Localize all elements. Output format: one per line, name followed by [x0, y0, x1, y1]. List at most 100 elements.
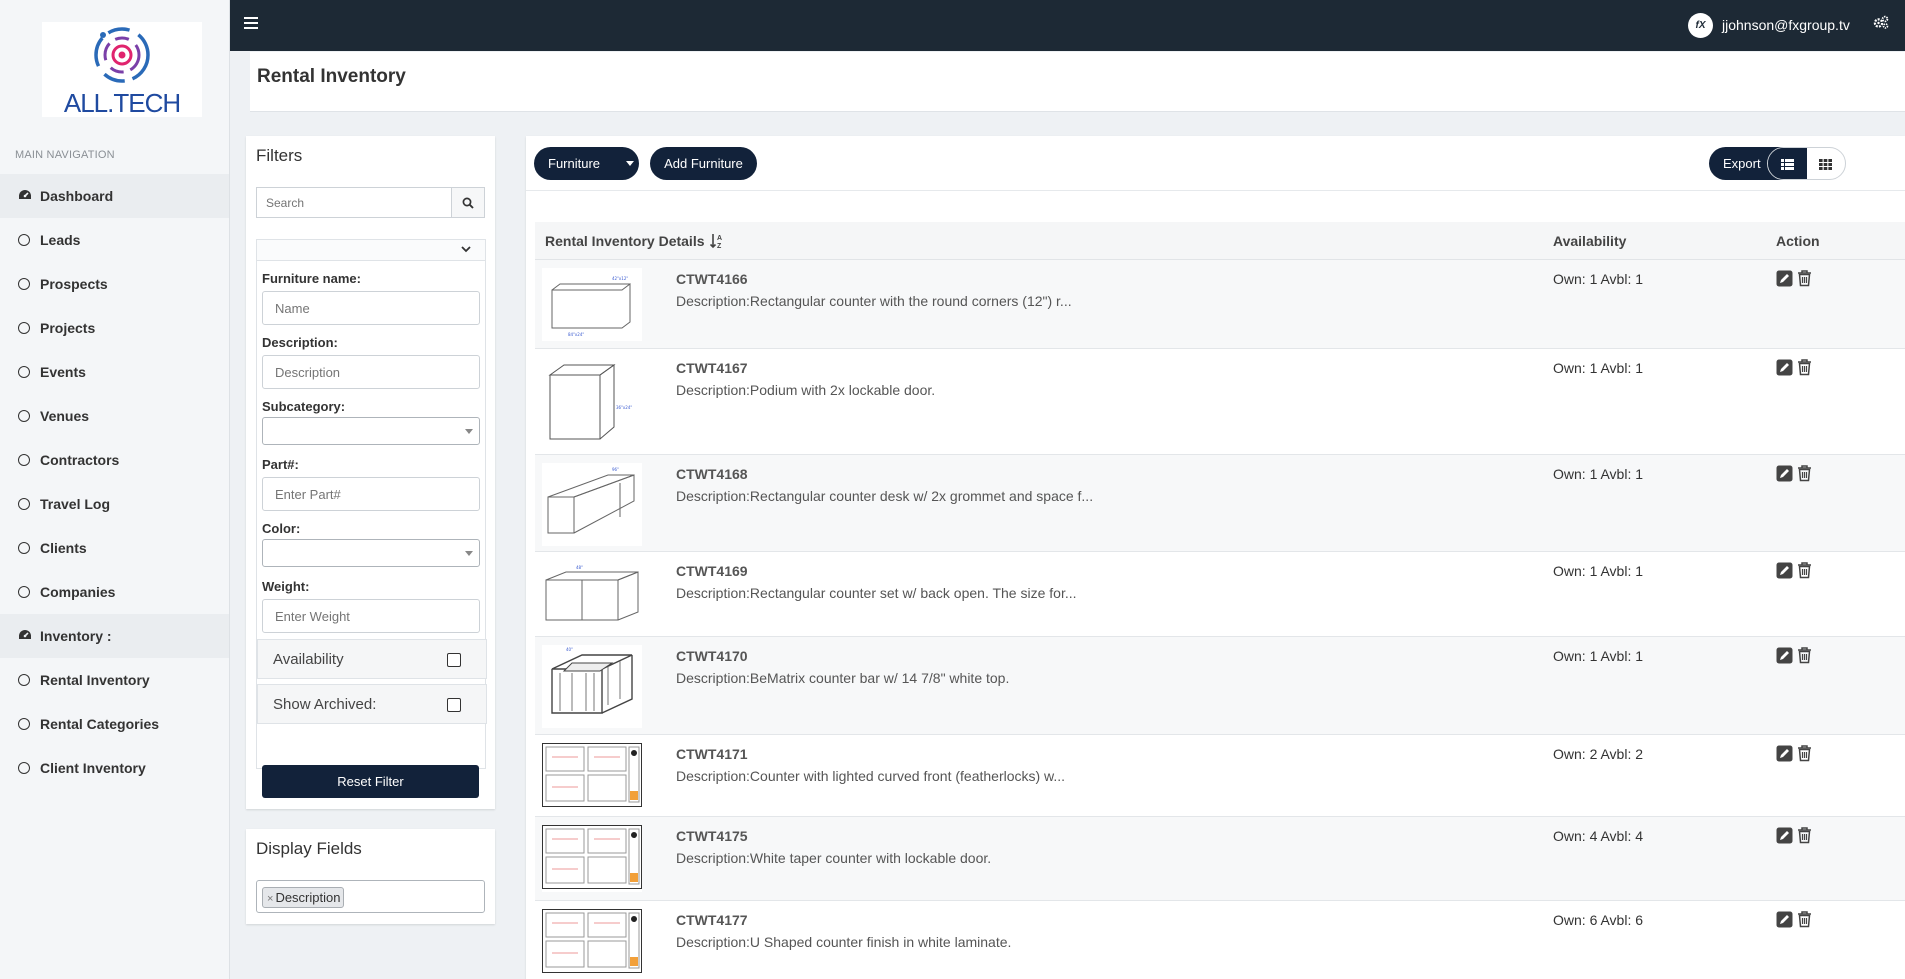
table-row[interactable]: 48" CTWT4169 Description:Rectangular count…	[535, 552, 1905, 637]
part-label: Part#:	[262, 457, 299, 472]
sidebar-item-projects[interactable]: Projects	[0, 306, 229, 350]
item-thumbnail[interactable]	[542, 743, 642, 810]
availability-toggle[interactable]: Availability	[257, 639, 487, 679]
edit-icon[interactable]	[1776, 562, 1793, 579]
trash-icon[interactable]	[1797, 745, 1814, 762]
list-view-button[interactable]	[1768, 148, 1807, 179]
item-code[interactable]: CTWT4166	[676, 271, 748, 287]
description-label: Description:	[262, 335, 338, 350]
sidebar-item-label: Rental Categories	[40, 716, 160, 732]
item-code[interactable]: CTWT4168	[676, 466, 748, 482]
item-description: Description:Rectangular counter with the…	[676, 293, 1072, 309]
sidebar-item-client-inventory[interactable]: Client Inventory	[0, 746, 229, 790]
table-row[interactable]: 42"x12" 84"x24" CTWT4166 Description:Rectan…	[535, 260, 1905, 349]
table-row[interactable]: 96" CTWT4168 Description:Rectangular count…	[535, 455, 1905, 552]
item-thumbnail[interactable]: 48"	[542, 560, 642, 631]
show-archived-checkbox[interactable]	[447, 698, 461, 712]
search-input[interactable]	[257, 188, 451, 217]
item-thumbnail[interactable]: 42"x12" 84"x24"	[542, 268, 642, 341]
edit-icon[interactable]	[1776, 270, 1793, 287]
sidebar-item-travel-log[interactable]: Travel Log	[0, 482, 229, 526]
edit-icon[interactable]	[1776, 359, 1793, 376]
color-label: Color:	[262, 521, 301, 536]
search-button[interactable]	[451, 188, 484, 217]
trash-icon[interactable]	[1797, 827, 1814, 844]
filters-title: Filters	[256, 146, 303, 165]
view-toggle-group	[1767, 147, 1846, 180]
edit-icon[interactable]	[1776, 745, 1793, 762]
table-row[interactable]: CTWT4177 Description:U Shaped counter fin…	[535, 901, 1905, 979]
trash-icon[interactable]	[1797, 359, 1814, 376]
sidebar-item-leads[interactable]: Leads	[0, 218, 229, 262]
edit-icon[interactable]	[1776, 911, 1793, 928]
trash-icon[interactable]	[1797, 465, 1814, 482]
edit-icon[interactable]	[1776, 465, 1793, 482]
sidebar-item-venues[interactable]: Venues	[0, 394, 229, 438]
item-code[interactable]: CTWT4177	[676, 912, 748, 928]
item-code[interactable]: CTWT4175	[676, 828, 748, 844]
item-code[interactable]: CTWT4171	[676, 746, 748, 762]
trash-icon[interactable]	[1797, 562, 1814, 579]
description-input[interactable]	[262, 355, 480, 389]
grid-view-button[interactable]	[1807, 148, 1846, 179]
trash-icon[interactable]	[1797, 911, 1814, 928]
part-input[interactable]	[262, 477, 480, 511]
furniture-name-input[interactable]	[262, 291, 480, 325]
sidebar-item-events[interactable]: Events	[0, 350, 229, 394]
item-thumbnail[interactable]	[542, 909, 642, 976]
sidebar-item-dashboard[interactable]: Dashboard	[0, 174, 229, 218]
subcategory-select[interactable]	[262, 417, 480, 445]
furniture-button-label: Furniture	[548, 156, 601, 171]
sidebar-item-contractors[interactable]: Contractors	[0, 438, 229, 482]
user-avatar[interactable]: fX	[1688, 13, 1713, 38]
svg-text:48": 48"	[576, 565, 583, 570]
item-thumbnail[interactable]	[542, 825, 642, 892]
sidebar-item-companies[interactable]: Companies	[0, 570, 229, 614]
item-thumbnail[interactable]: 36"x24"	[542, 357, 642, 446]
color-select[interactable]	[262, 539, 480, 567]
trash-icon[interactable]	[1797, 270, 1814, 287]
item-code[interactable]: CTWT4170	[676, 648, 748, 664]
edit-icon[interactable]	[1776, 827, 1793, 844]
row-actions	[1776, 359, 1814, 376]
item-availability: Own: 1 Avbl: 1	[1553, 360, 1644, 376]
cogs-icon[interactable]	[1873, 15, 1889, 33]
weight-input[interactable]	[262, 599, 480, 633]
details-column-header[interactable]: Rental Inventory Details AZ	[545, 233, 724, 250]
list-icon	[1780, 159, 1794, 170]
availability-checkbox[interactable]	[447, 653, 461, 667]
item-code[interactable]: CTWT4167	[676, 360, 748, 376]
circle-icon	[18, 322, 30, 334]
display-fields-select[interactable]: × Description	[256, 880, 485, 913]
sidebar-item-prospects[interactable]: Prospects	[0, 262, 229, 306]
caret-down-icon	[626, 161, 635, 166]
filter-collapse-toggle[interactable]	[256, 239, 486, 261]
table-row[interactable]: CTWT4175 Description:White taper counter …	[535, 817, 1905, 901]
sidebar-item-rental-inventory[interactable]: Rental Inventory	[0, 658, 229, 702]
show-archived-label: Show Archived:	[273, 696, 377, 713]
nav-list: Dashboard Leads Prospects Projects Event…	[0, 174, 229, 790]
menu-toggle-icon[interactable]	[244, 17, 258, 29]
circle-icon	[18, 586, 30, 598]
table-row[interactable]: 40" CTWT4170 Description:BeMatrix counter …	[535, 637, 1905, 735]
item-code[interactable]: CTWT4169	[676, 563, 748, 579]
show-archived-toggle[interactable]: Show Archived:	[257, 684, 487, 724]
sidebar-item-clients[interactable]: Clients	[0, 526, 229, 570]
item-thumbnail[interactable]: 40"	[542, 645, 642, 728]
table-row[interactable]: 36"x24" CTWT4167 Description:Podium with 2…	[535, 349, 1905, 455]
add-furniture-button[interactable]: Add Furniture	[650, 147, 757, 180]
sidebar-item-rental-categories[interactable]: Rental Categories	[0, 702, 229, 746]
item-thumbnail[interactable]: 96"	[542, 463, 642, 546]
furniture-dropdown-button[interactable]: Furniture	[534, 147, 639, 180]
trash-icon[interactable]	[1797, 647, 1814, 664]
row-actions	[1776, 827, 1814, 844]
item-description: Description:Counter with lighted curved …	[676, 768, 1066, 784]
remove-tag-icon[interactable]: ×	[267, 893, 273, 905]
user-email[interactable]: jjohnson@fxgroup.tv	[1722, 17, 1850, 33]
table-row[interactable]: CTWT4171 Description:Counter with lighted…	[535, 735, 1905, 817]
edit-icon[interactable]	[1776, 647, 1793, 664]
sidebar-item-label: Rental Inventory	[40, 672, 150, 688]
reset-filter-button[interactable]: Reset Filter	[262, 765, 479, 798]
sidebar-item-inventory[interactable]: Inventory :	[0, 614, 229, 658]
logo[interactable]: ALL.TECH	[42, 22, 202, 118]
